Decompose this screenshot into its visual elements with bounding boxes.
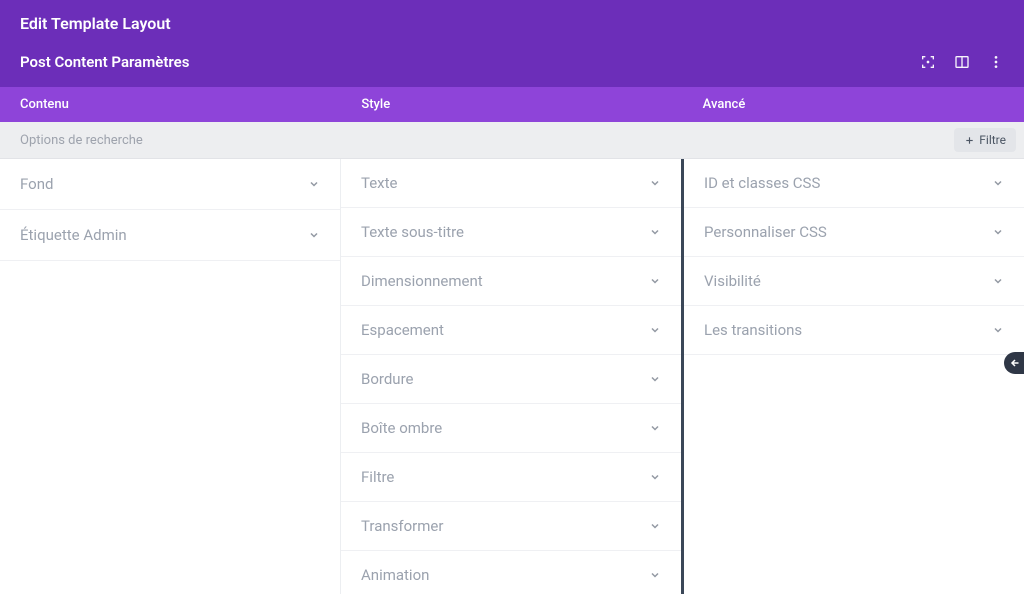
chevron-down-icon	[649, 422, 661, 434]
option-bordure[interactable]: Bordure	[341, 355, 681, 404]
chevron-down-icon	[992, 275, 1004, 287]
header-sub: Post Content Paramètres	[0, 47, 1024, 87]
chevron-down-icon	[649, 373, 661, 385]
search-input[interactable]: Options de recherche	[20, 133, 954, 148]
option-label: Texte	[361, 174, 397, 192]
option-label: ID et classes CSS	[704, 174, 820, 192]
option-transformer[interactable]: Transformer	[341, 502, 681, 551]
option-label: Boîte ombre	[361, 419, 442, 437]
option-label: Transformer	[361, 517, 443, 535]
tab-avance-label: Avancé	[703, 97, 746, 112]
filter-button[interactable]: Filtre	[954, 128, 1016, 152]
chevron-down-icon	[649, 226, 661, 238]
option-texte[interactable]: Texte	[341, 159, 681, 208]
option-texte-sous-titre[interactable]: Texte sous-titre	[341, 208, 681, 257]
columns-area: Fond Étiquette Admin Texte Texte sous-ti…	[0, 159, 1024, 594]
more-icon[interactable]	[988, 54, 1004, 70]
option-filtre[interactable]: Filtre	[341, 453, 681, 502]
option-label: Animation	[361, 566, 429, 584]
filter-button-label: Filtre	[979, 133, 1006, 147]
collapse-toggle[interactable]	[1004, 352, 1024, 374]
option-etiquette-admin[interactable]: Étiquette Admin	[0, 210, 340, 261]
chevron-down-icon	[649, 275, 661, 287]
columns-icon[interactable]	[954, 54, 970, 70]
option-espacement[interactable]: Espacement	[341, 306, 681, 355]
chevron-down-icon	[992, 177, 1004, 189]
option-label: Espacement	[361, 321, 444, 339]
tab-style[interactable]: Style	[341, 87, 682, 122]
option-label: Personnaliser CSS	[704, 223, 827, 241]
option-transitions[interactable]: Les transitions	[684, 306, 1024, 355]
option-dimensionnement[interactable]: Dimensionnement	[341, 257, 681, 306]
col-content: Fond Étiquette Admin	[0, 159, 341, 594]
option-label: Visibilité	[704, 272, 761, 290]
option-id-css[interactable]: ID et classes CSS	[684, 159, 1024, 208]
option-label: Filtre	[361, 468, 394, 486]
option-visibilite[interactable]: Visibilité	[684, 257, 1024, 306]
chevron-down-icon	[308, 229, 320, 241]
tab-contenu[interactable]: Contenu	[0, 87, 341, 122]
chevron-down-icon	[649, 471, 661, 483]
option-boite-ombre[interactable]: Boîte ombre	[341, 404, 681, 453]
focus-icon[interactable]	[920, 54, 936, 70]
chevron-down-icon	[308, 178, 320, 190]
option-label: Fond	[20, 175, 53, 193]
option-personnaliser-css[interactable]: Personnaliser CSS	[684, 208, 1024, 257]
search-row: Options de recherche Filtre	[0, 122, 1024, 159]
chevron-down-icon	[649, 324, 661, 336]
header-sub-title: Post Content Paramètres	[20, 53, 189, 71]
chevron-down-icon	[992, 324, 1004, 336]
header-actions	[920, 54, 1004, 70]
option-label: Les transitions	[704, 321, 802, 339]
header-title: Edit Template Layout	[0, 0, 1024, 47]
chevron-down-icon	[649, 569, 661, 581]
option-fond[interactable]: Fond	[0, 159, 340, 210]
option-label: Texte sous-titre	[361, 223, 464, 241]
tab-contenu-label: Contenu	[20, 97, 69, 112]
col-style: Texte Texte sous-titre Dimensionnement E…	[341, 159, 684, 594]
header-title-text: Edit Template Layout	[20, 14, 171, 33]
search-placeholder-text: Options de recherche	[20, 133, 143, 148]
arrow-left-icon	[1009, 357, 1021, 369]
option-label: Étiquette Admin	[20, 226, 127, 244]
chevron-down-icon	[649, 177, 661, 189]
option-label: Bordure	[361, 370, 413, 388]
tab-avance[interactable]: Avancé	[683, 87, 1024, 122]
option-animation[interactable]: Animation	[341, 551, 681, 594]
col-advanced: ID et classes CSS Personnaliser CSS Visi…	[684, 159, 1024, 594]
chevron-down-icon	[649, 520, 661, 532]
option-label: Dimensionnement	[361, 272, 483, 290]
tab-style-label: Style	[361, 97, 390, 112]
tabs-row: Contenu Style Avancé	[0, 87, 1024, 122]
chevron-down-icon	[992, 226, 1004, 238]
